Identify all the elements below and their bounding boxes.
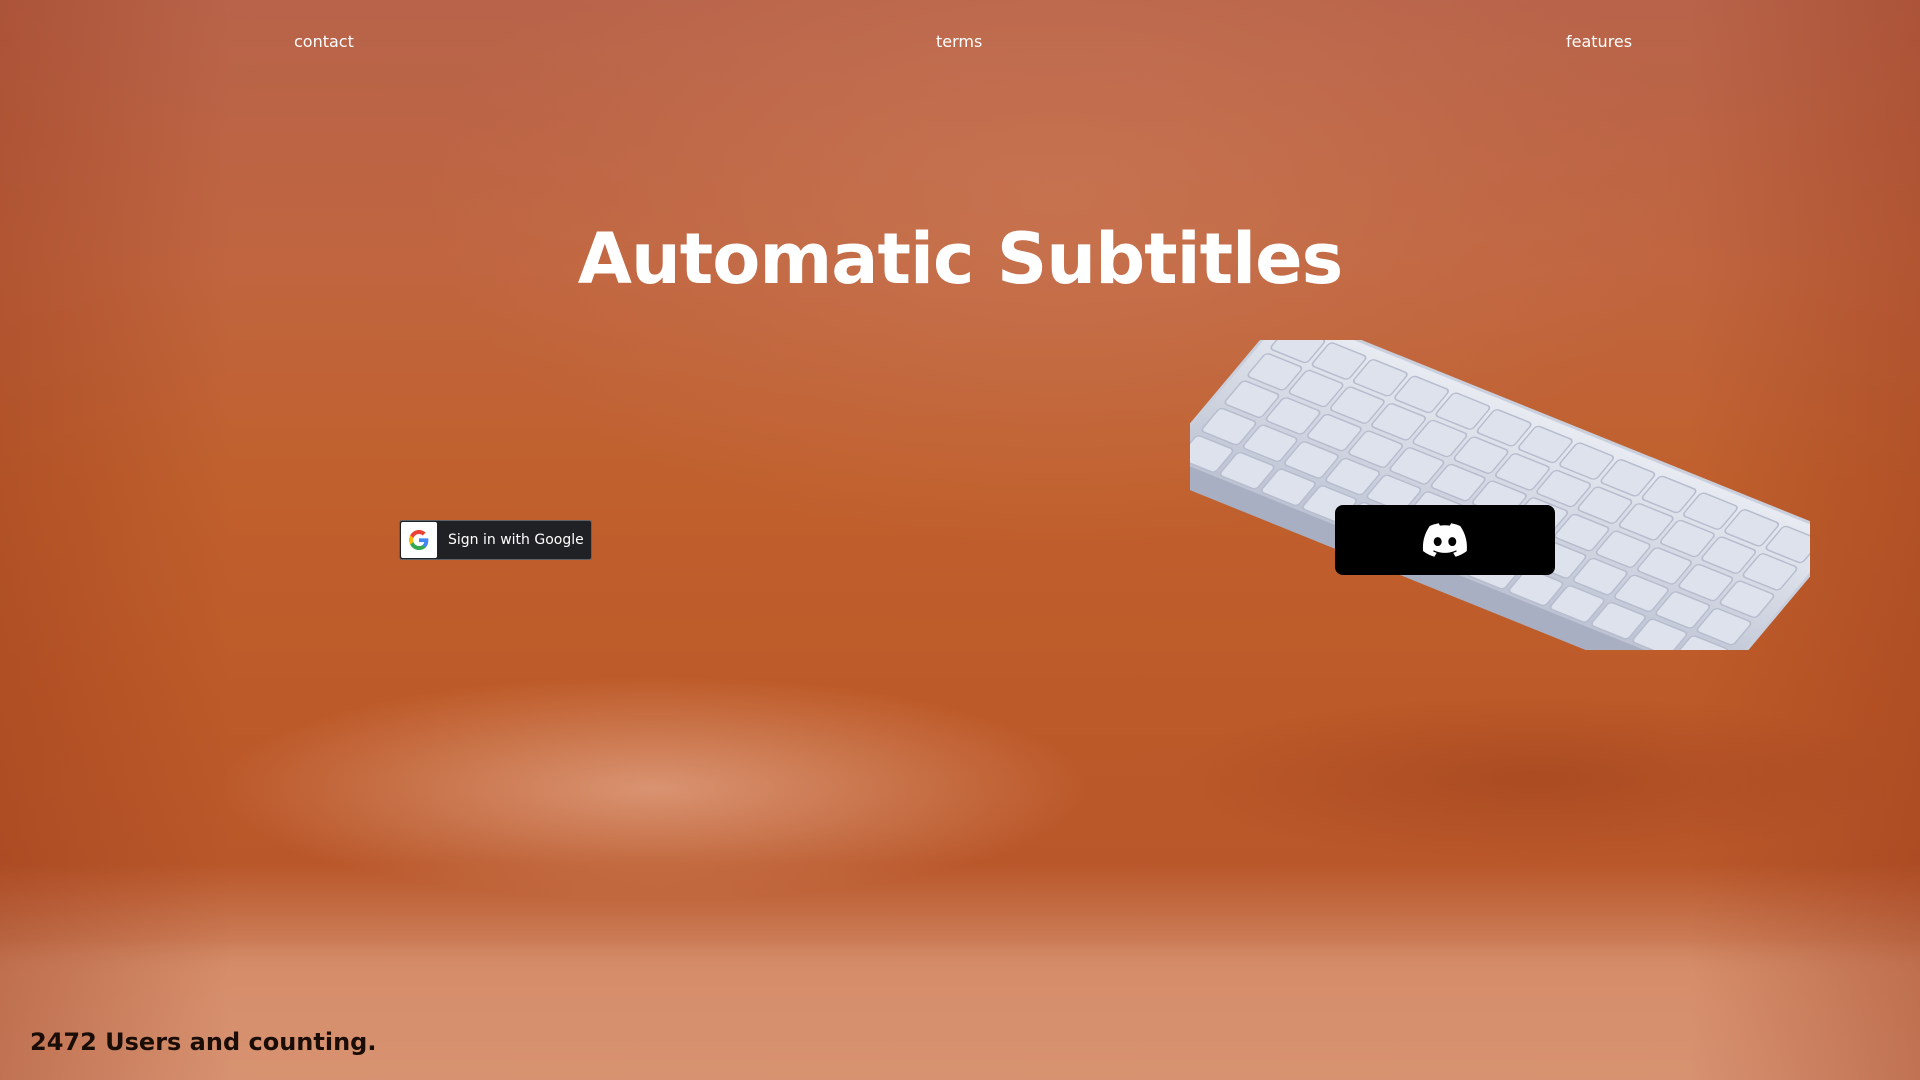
nav-features-link[interactable]: features — [1566, 32, 1632, 51]
discord-sign-in-button[interactable] — [1335, 505, 1555, 575]
google-sign-in-label: Sign in with Google — [448, 532, 584, 548]
page-title: Automatic Subtitles — [577, 218, 1343, 300]
floor-backdrop — [0, 940, 1920, 1080]
nav-contact-link[interactable]: contact — [294, 32, 354, 51]
google-g-icon — [401, 522, 437, 558]
google-sign-in-button[interactable]: Sign in with Google — [399, 520, 592, 560]
keyboard-illustration — [1190, 340, 1810, 650]
discord-icon — [1422, 523, 1467, 557]
nav-terms-link[interactable]: terms — [936, 32, 982, 51]
users-counter: 2472 Users and counting. — [30, 1028, 377, 1056]
